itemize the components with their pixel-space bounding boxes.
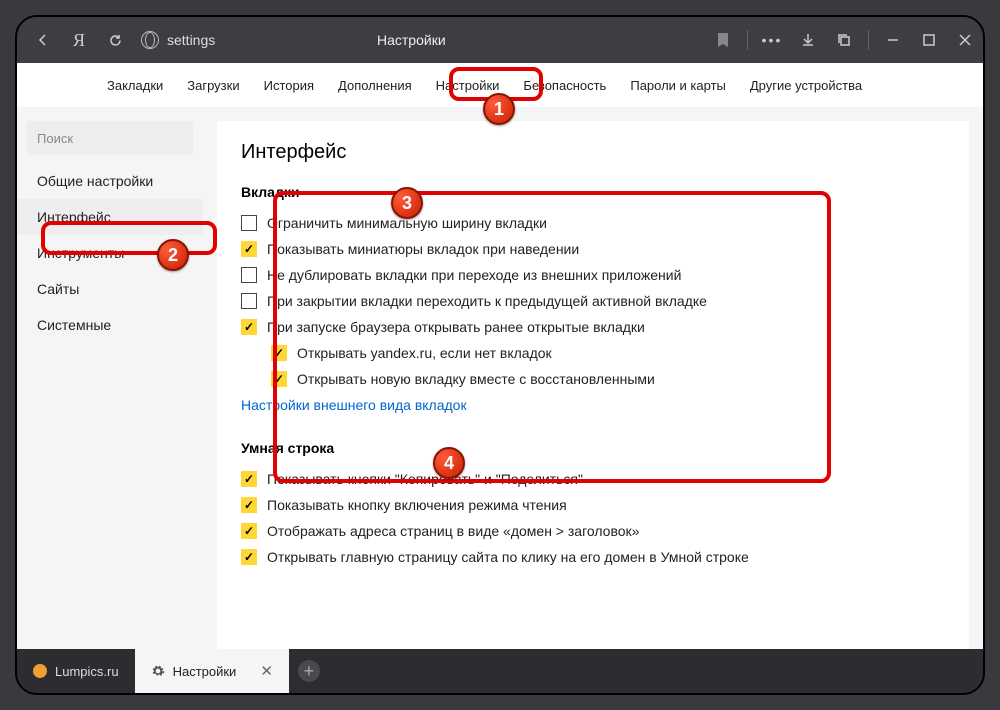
browser-tab-label: Настройки <box>173 664 237 679</box>
option-row[interactable]: Не дублировать вкладки при переходе из в… <box>241 262 945 288</box>
main-heading: Интерфейс <box>241 141 945 164</box>
checkbox[interactable] <box>241 497 257 513</box>
sidebar-item-general[interactable]: Общие настройки <box>17 163 203 199</box>
reload-button[interactable] <box>97 22 133 58</box>
search-placeholder: Поиск <box>37 131 73 146</box>
option-row[interactable]: При закрытии вкладки переходить к предыд… <box>241 288 945 314</box>
tab-downloads[interactable]: Загрузки <box>175 72 251 99</box>
option-label: Показывать миниатюры вкладок при наведен… <box>267 241 579 257</box>
tab-bookmarks[interactable]: Закладки <box>95 72 175 99</box>
browser-tab-lumpics[interactable]: Lumpics.ru <box>17 649 135 693</box>
yandex-logo[interactable]: Я <box>61 22 97 58</box>
tab-devices[interactable]: Другие устройства <box>738 72 874 99</box>
checkbox[interactable] <box>271 345 287 361</box>
checkbox[interactable] <box>241 319 257 335</box>
favicon-lumpics <box>33 664 47 678</box>
checkbox[interactable] <box>241 215 257 231</box>
option-row[interactable]: Показывать миниатюры вкладок при наведен… <box>241 236 945 262</box>
copy-icon[interactable] <box>826 22 862 58</box>
option-row[interactable]: Отображать адреса страниц в виде «домен … <box>241 518 945 544</box>
back-button[interactable] <box>25 22 61 58</box>
tab-security[interactable]: Безопасность <box>511 72 618 99</box>
option-row[interactable]: Открывать новую вкладку вместе с восстан… <box>271 366 945 392</box>
tab-settings[interactable]: Настройки <box>424 72 512 99</box>
main-panel: Интерфейс Вкладки Ограничить минимальную… <box>217 121 969 649</box>
bookmark-icon[interactable] <box>705 22 741 58</box>
checkbox[interactable] <box>241 267 257 283</box>
option-row[interactable]: Открывать yandex.ru, если нет вкладок <box>271 340 945 366</box>
tab-passwords[interactable]: Пароли и карты <box>618 72 738 99</box>
sidebar-item-tools[interactable]: Инструменты <box>17 235 203 271</box>
option-row[interactable]: Показывать кнопку включения режима чтени… <box>241 492 945 518</box>
option-label: Ограничить минимальную ширину вкладки <box>267 215 547 231</box>
page-title: Настройки <box>377 17 446 63</box>
option-label: Открывать новую вкладку вместе с восстан… <box>297 371 655 387</box>
sidebar: Поиск Общие настройки Интерфейс Инструме… <box>17 107 203 649</box>
close-button[interactable] <box>947 22 983 58</box>
site-icon <box>141 31 159 49</box>
checkbox[interactable] <box>241 549 257 565</box>
option-label: Показывать кнопки "Копировать" и "Подели… <box>267 471 583 487</box>
menu-icon[interactable]: ••• <box>754 22 790 58</box>
gear-icon <box>151 664 165 678</box>
tab-bar: Lumpics.ru Настройки ✕ + <box>17 649 983 693</box>
option-label: Показывать кнопку включения режима чтени… <box>267 497 567 513</box>
option-label: Открывать главную страницу сайта по клик… <box>267 549 749 565</box>
browser-tab-settings[interactable]: Настройки ✕ <box>135 649 289 693</box>
close-tab-icon[interactable]: ✕ <box>260 662 273 680</box>
section-tabs-title: Вкладки <box>241 184 945 200</box>
search-input[interactable]: Поиск <box>27 121 193 155</box>
maximize-button[interactable] <box>911 22 947 58</box>
option-label: Не дублировать вкладки при переходе из в… <box>267 267 681 283</box>
option-label: Открывать yandex.ru, если нет вкладок <box>297 345 552 361</box>
address-text[interactable]: settings <box>167 32 215 48</box>
option-label: Отображать адреса страниц в виде «домен … <box>267 523 639 539</box>
sidebar-item-sites[interactable]: Сайты <box>17 271 203 307</box>
sidebar-item-interface[interactable]: Интерфейс <box>17 199 203 235</box>
tab-addons[interactable]: Дополнения <box>326 72 424 99</box>
option-label: При закрытии вкладки переходить к предыд… <box>267 293 707 309</box>
tab-history[interactable]: История <box>252 72 326 99</box>
option-row[interactable]: При запуске браузера открывать ранее отк… <box>241 314 945 340</box>
new-tab-button[interactable]: + <box>289 649 329 693</box>
downloads-icon[interactable] <box>790 22 826 58</box>
option-row[interactable]: Открывать главную страницу сайта по клик… <box>241 544 945 570</box>
titlebar: Я settings Настройки ••• <box>17 17 983 63</box>
checkbox[interactable] <box>241 523 257 539</box>
option-row[interactable]: Показывать кнопки "Копировать" и "Подели… <box>241 466 945 492</box>
checkbox[interactable] <box>241 293 257 309</box>
top-nav: Закладки Загрузки История Дополнения Нас… <box>17 63 983 107</box>
browser-tab-label: Lumpics.ru <box>55 664 119 679</box>
section-smartbar-title: Умная строка <box>241 440 945 456</box>
checkbox[interactable] <box>271 371 287 387</box>
option-row[interactable]: Ограничить минимальную ширину вкладки <box>241 210 945 236</box>
minimize-button[interactable] <box>875 22 911 58</box>
tabs-appearance-link[interactable]: Настройки внешнего вида вкладок <box>241 392 467 418</box>
sidebar-item-system[interactable]: Системные <box>17 307 203 343</box>
option-label: При запуске браузера открывать ранее отк… <box>267 319 645 335</box>
checkbox[interactable] <box>241 471 257 487</box>
checkbox[interactable] <box>241 241 257 257</box>
